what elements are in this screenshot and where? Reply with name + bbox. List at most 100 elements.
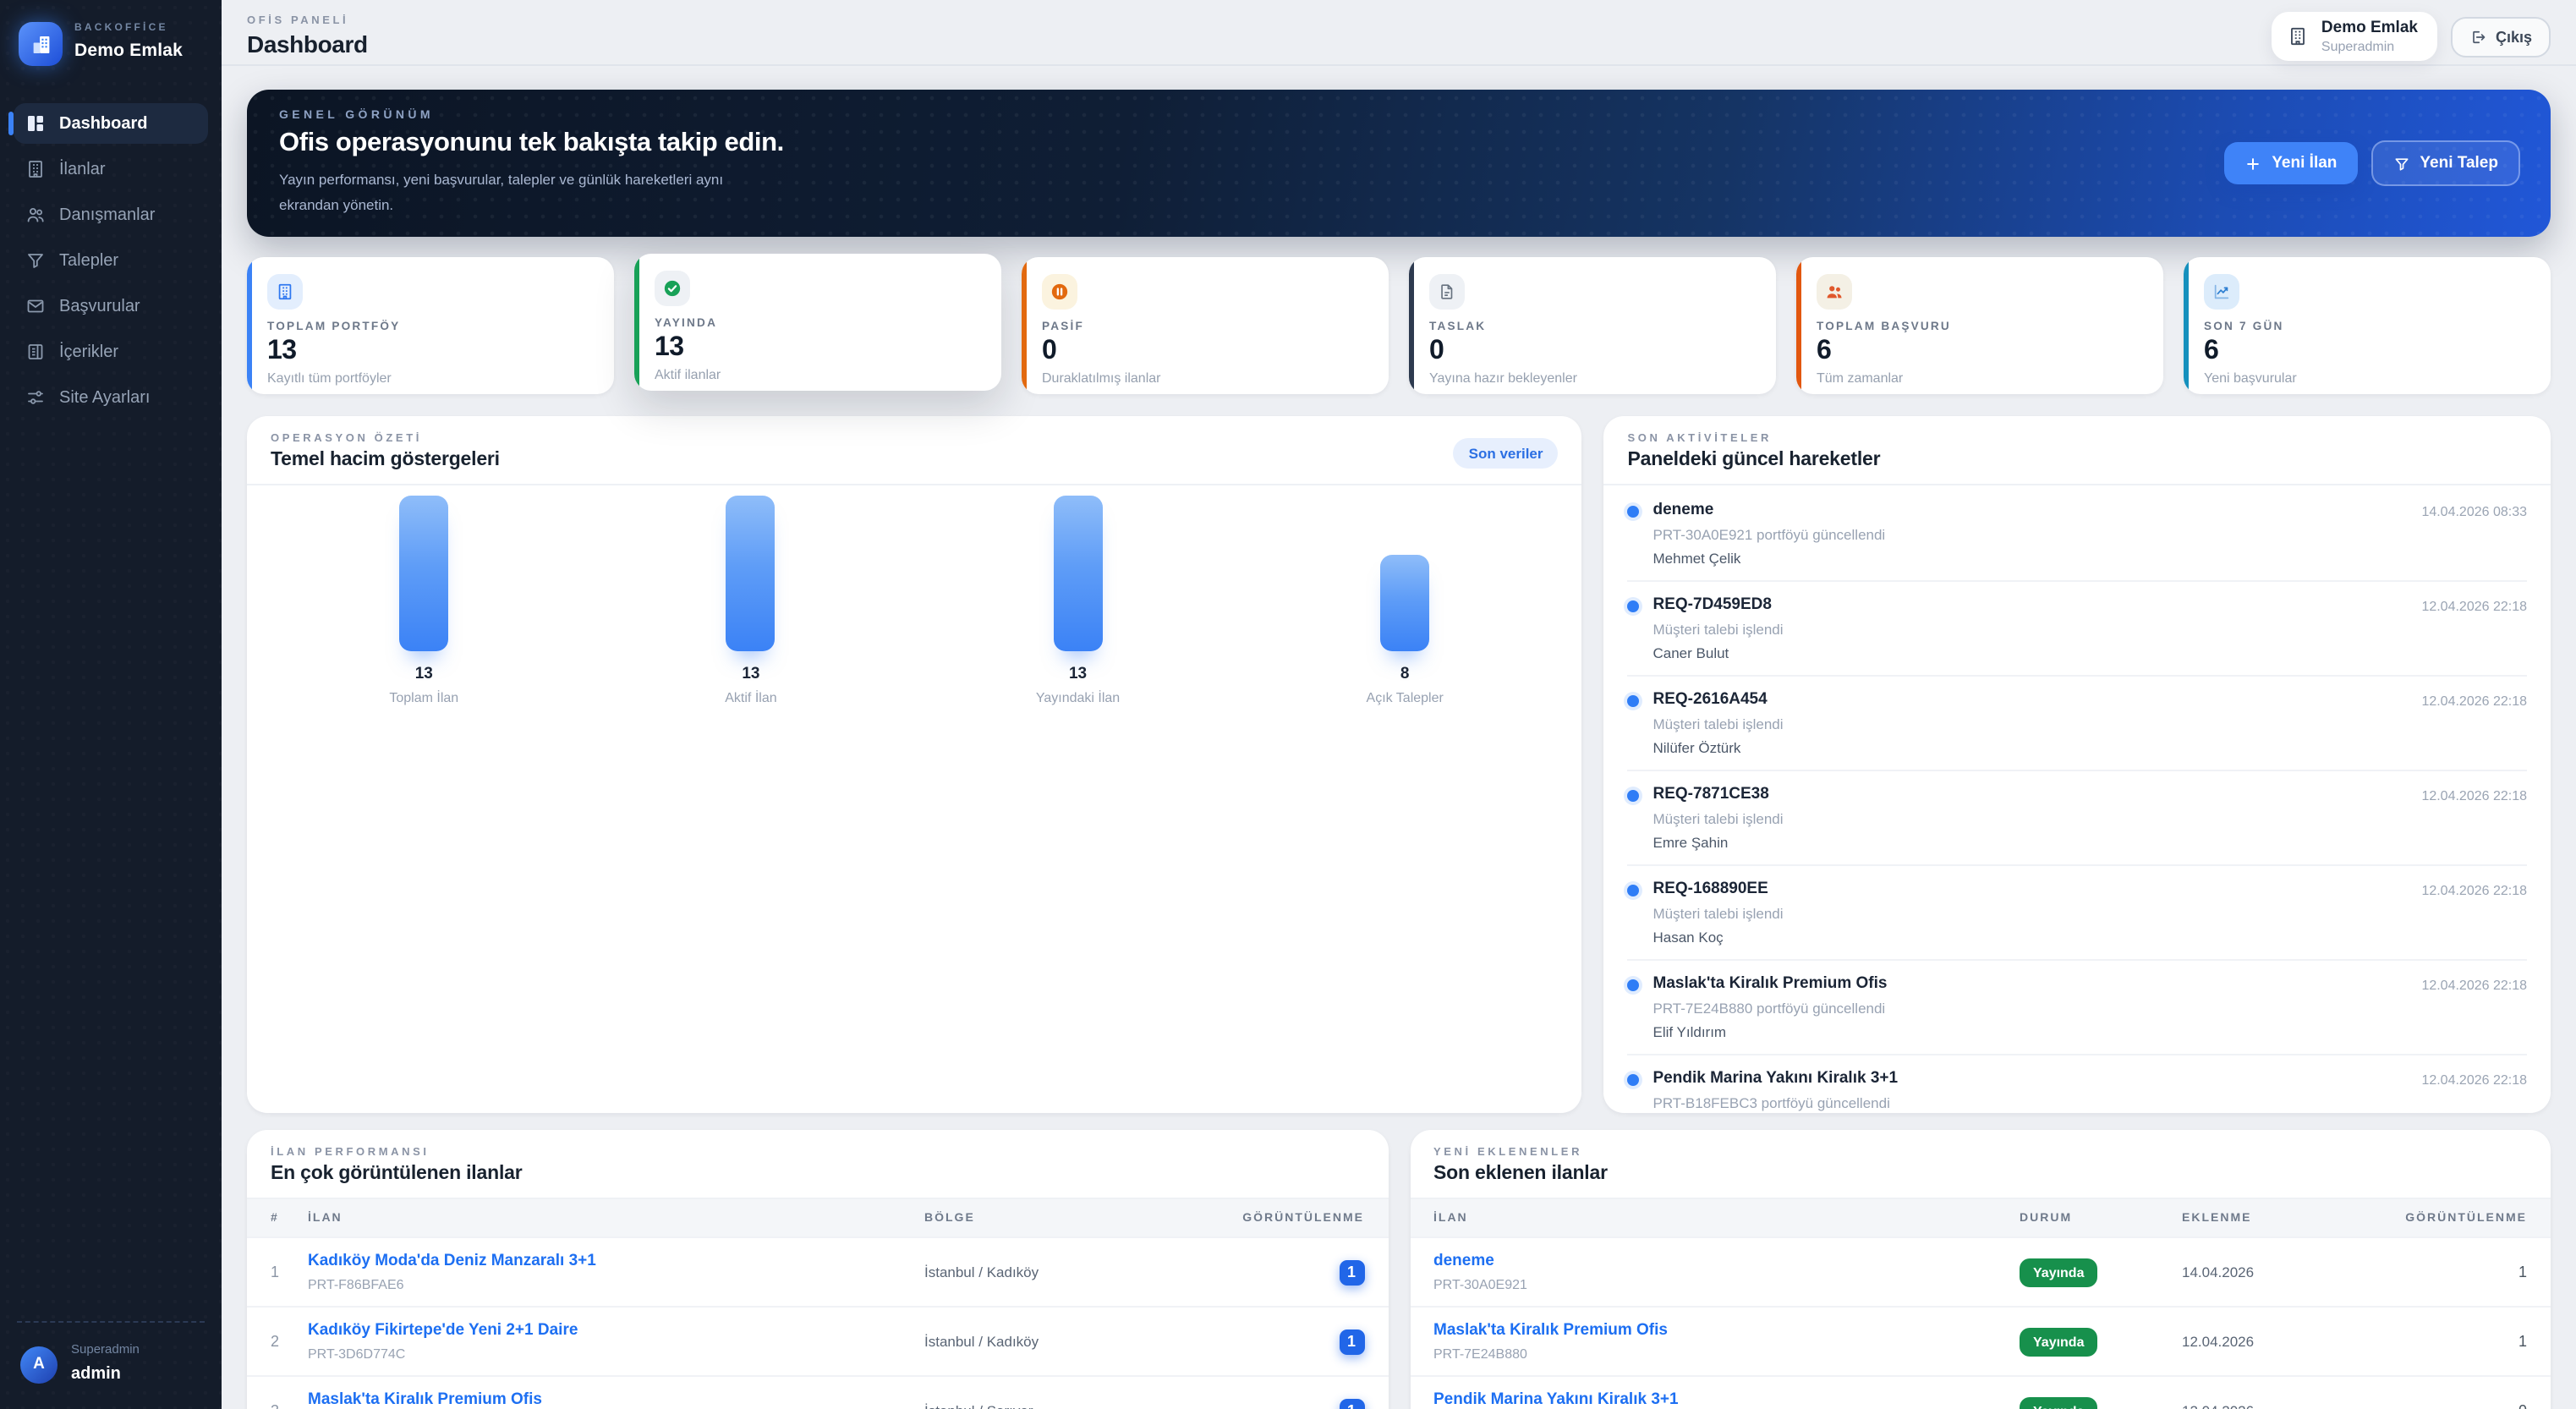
top-listings-card: İLAN PERFORMANSI En çok görüntülenen ila… [247,1130,1388,1409]
activity-item-detail: Müşteri talebi işlendi [1652,809,1784,826]
activity-item-detail: Müşteri talebi işlendi [1652,715,1784,732]
top-listings-rows: 1 Kadıköy Moda'da Deniz Manzaralı 3+1 PRT-… [247,1236,1388,1409]
stat-value: 13 [267,337,297,365]
activity-item-time: 12.04.2026 22:18 [2421,882,2527,897]
chart-card: OPERASYON ÖZETİ Temel hacim göstergeleri… [247,416,1582,1113]
top-listings-column-header: # İLAN BÖLGE GÖRÜNTÜLENME [247,1199,1388,1236]
row-region: İstanbul / Kadıköy [924,1333,1039,1350]
row-listing: Maslak'ta Kiralık Premium Ofis PRT-7E24B8… [1433,1321,2006,1362]
contents-icon [25,342,46,362]
stat-card-taslak[interactable]: TASLAK 0 Yayına hazır bekleyenler [1409,257,1776,394]
new-listings-eyebrow: YENİ EKLENENLER [1433,1147,1583,1159]
activity-item-person: Nilüfer Öztürk [1652,738,1741,755]
column-region: BÖLGE [924,1212,975,1224]
funnel-icon [2392,155,2409,172]
account-chip[interactable]: Demo Emlak Superadmin [2272,12,2438,61]
listing-link[interactable]: Pendik Marina Yakını Kiralık 3+1 [1433,1390,2006,1409]
activity-item-title: Maslak'ta Kiralık Premium Ofis [1652,973,1888,992]
status-badge: Yayında [2020,1258,2098,1286]
avatar: A [20,1346,58,1383]
activity-item-body: Pendik Marina Yakını Kiralık 3+1 PRT-B18F… [1653,1068,2409,1113]
stat-label: TOPLAM BAŞVURU [1817,321,1951,333]
page-eyebrow: OFİS PANELİ [247,15,349,27]
sidebar-item-applications[interactable]: Başvurular [14,286,208,326]
activity-item-time: 12.04.2026 22:18 [2421,693,2527,708]
applications-icon [25,296,46,316]
sidebar-item-label: Site Ayarları [59,388,151,407]
row-listing: Pendik Marina Yakını Kiralık 3+1PRT-B18F… [1433,1390,2006,1409]
stat-subtitle: Yayına hazır bekleyenler [1429,370,1577,386]
activity-dot-icon [1627,600,1640,611]
stat-value: 13 [655,333,684,362]
hero-description: Yayın performansı, yeni başvurular, tale… [279,170,724,212]
column-views: GÖRÜNTÜLENME [1242,1212,1364,1224]
stat-subtitle: Aktif ilanlar [655,367,721,382]
listing-link[interactable]: Kadıköy Moda'da Deniz Manzaralı 3+1 [308,1252,911,1272]
new-request-button[interactable]: Yeni Talep [2370,140,2520,186]
account-role: Superadmin [2321,39,2395,54]
activity-item-time: 14.04.2026 08:33 [2421,503,2527,518]
chart-card-head: OPERASYON ÖZETİ Temel hacim göstergeleri… [247,416,1582,485]
bar-plot [399,496,449,651]
stat-subtitle: Yeni başvurular [2204,370,2297,386]
top-listings-head: İLAN PERFORMANSI En çok görüntülenen ila… [247,1130,1388,1199]
draft-icon [1429,274,1465,310]
sidebar-item-agents[interactable]: Danışmanlar [14,195,208,235]
bar-value-label: 13 [1068,665,1088,683]
sidebar-item-dashboard[interactable]: Dashboard [8,103,208,144]
listing-link[interactable]: deneme [1433,1252,2006,1272]
new-listing-button[interactable]: Yeni İlan [2224,142,2358,184]
stat-card-pasif[interactable]: PASİF 0 Duraklatılmış ilanlar [1022,257,1389,394]
sidebar-item-requests[interactable]: Talepler [14,240,208,281]
activity-item-person: Elif Yıldırım [1652,1022,1727,1039]
stat-subtitle: Tüm zamanlar [1817,370,1904,386]
listing-code: PRT-F86BFAE6 [308,1277,404,1292]
sidebar-user-name: admin [71,1365,121,1384]
main-area: OFİS PANELİ Dashboard Demo Emlak Superad… [222,0,2576,1409]
sidebar-nav: Dashboard İlanlar Danışmanlar Talepler Başvu… [0,103,222,418]
column-views: GÖRÜNTÜLENME [2405,1212,2527,1224]
stat-card-toplam-basvuru[interactable]: TOPLAM BAŞVURU 6 Tüm zamanlar [1796,257,2163,394]
listing-link[interactable]: Maslak'ta Kiralık Premium Ofis [308,1390,911,1409]
activity-dot-icon [1627,694,1640,706]
sidebar-item-site-settings[interactable]: Site Ayarları [14,377,208,418]
account-name: Demo Emlak [2321,19,2418,37]
activity-card-head: SON AKTİVİTELER Paneldeki güncel hareket… [1603,416,2551,485]
status-badge: Yayında [2020,1396,2098,1409]
sidebar-item-listings[interactable]: İlanlar [14,149,208,189]
brand-name: Demo Emlak [74,41,184,61]
listing-link[interactable]: Maslak'ta Kiralık Premium Ofis [1433,1321,2006,1341]
new-listings-column-header: İLAN DURUM EKLENME GÖRÜNTÜLENME [1410,1199,2551,1236]
activity-item-time: 12.04.2026 22:18 [2421,598,2527,613]
sidebar-item-label: Talepler [59,251,119,270]
column-listing: İLAN [308,1212,343,1224]
row-date: 12.04.2026 [2182,1333,2255,1350]
row-listing: Kadıköy Moda'da Deniz Manzaralı 3+1 PRT-F… [308,1252,911,1292]
logout-label: Çıkış [2495,28,2532,45]
listing-link[interactable]: Kadıköy Fikirtepe'de Yeni 2+1 Daire [308,1321,911,1341]
brand-text: BACKOFFİCE Demo Emlak [74,24,183,64]
row-region: İstanbul / Kadıköy [924,1264,1039,1280]
sidebar-item-label: İçerikler [59,343,119,361]
sidebar-item-label: Başvurular [59,297,140,315]
listings-icon [25,159,46,179]
stat-subtitle: Kayıtlı tüm portföyler [267,370,392,386]
hero-eyebrow: GENEL GÖRÜNÜM [279,109,434,122]
views-badge: 1 [1339,1398,1364,1409]
bar-column: 13 Toplam İlan [260,496,588,705]
bar-column: 13 Aktif İlan [588,496,915,705]
new-request-label: Yeni Talep [2420,154,2498,173]
stat-card-yayinda[interactable]: YAYINDA 13 Aktif ilanlar [634,254,1001,391]
hero-title: Ofis operasyonunu tek bakışta takip edin… [279,128,784,157]
trend-icon [2204,274,2239,310]
activity-item-time: 12.04.2026 22:18 [2421,1072,2527,1087]
logout-button[interactable]: Çıkış [2451,16,2551,57]
activity-list: deneme PRT-30A0E921 portföyü güncellendi M… [1604,485,2551,1113]
activity-item-title: REQ-2616A454 [1652,689,1768,708]
bar-value-label: 13 [742,665,760,683]
stat-card-toplam-portfoy[interactable]: TOPLAM PORTFÖY 13 Kayıtlı tüm portföyler [247,257,614,394]
agents-icon [25,205,46,225]
table-row: 1 Kadıköy Moda'da Deniz Manzaralı 3+1 PRT-… [247,1236,1388,1306]
stat-card-son-7-gun[interactable]: SON 7 GÜN 6 Yeni başvurular [2184,257,2551,394]
sidebar-item-contents[interactable]: İçerikler [14,332,208,372]
